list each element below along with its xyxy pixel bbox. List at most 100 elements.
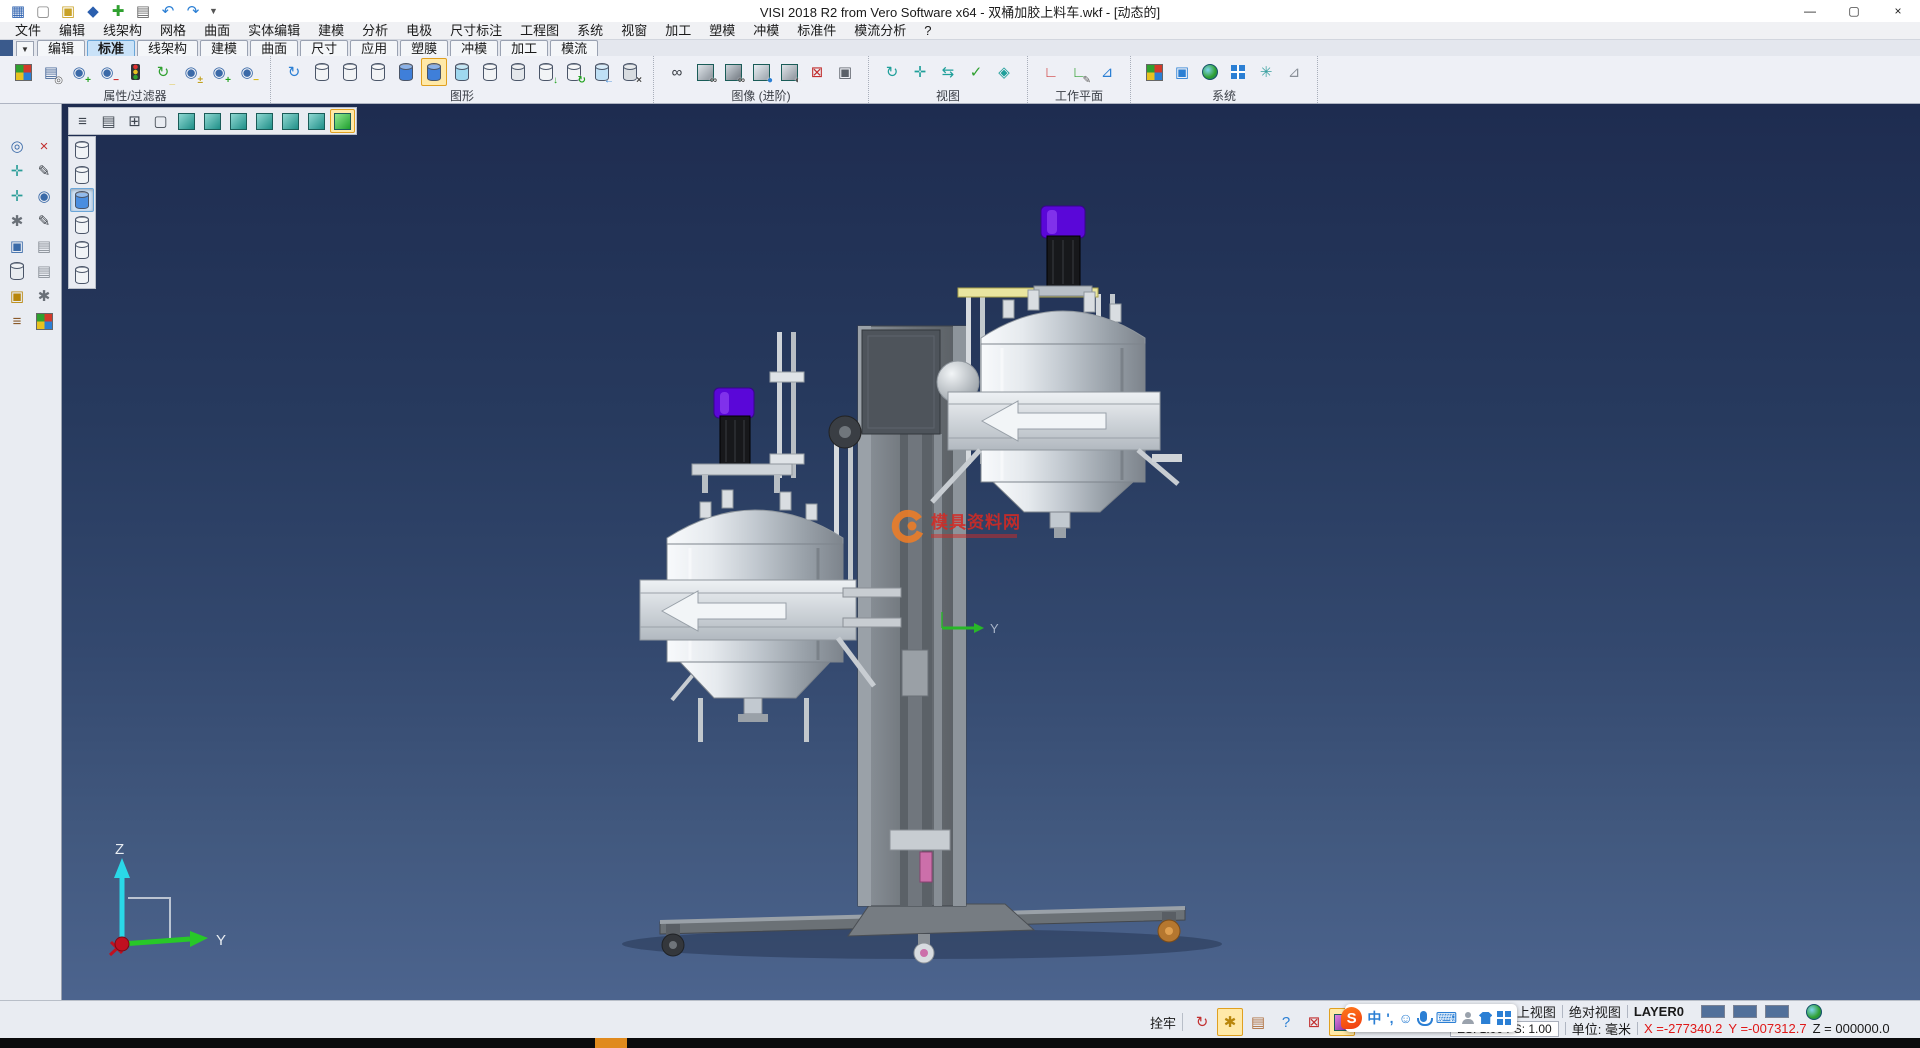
box-delete-icon[interactable]: ⊠: [1301, 1008, 1327, 1036]
undo-icon[interactable]: ↶: [156, 0, 180, 22]
view-axes-icon[interactable]: ✛: [907, 58, 933, 86]
axis-cross-icon[interactable]: ✛: [4, 184, 30, 208]
tab-编辑[interactable]: 编辑: [37, 40, 85, 56]
doc-inspect-icon[interactable]: ▤◎: [38, 58, 64, 86]
menu-item[interactable]: ?: [915, 22, 940, 40]
layer-transfer-icon[interactable]: ←: [589, 58, 615, 86]
tab-塑膜[interactable]: 塑膜: [400, 40, 448, 56]
view-cube-bottom-icon[interactable]: [304, 109, 329, 133]
show-plus-icon[interactable]: ◉+: [206, 58, 232, 86]
layer-indicator[interactable]: LAYER0: [1634, 1004, 1684, 1019]
help-icon[interactable]: ?: [1273, 1008, 1299, 1036]
view-cube-side-icon[interactable]: [226, 109, 251, 133]
tab-曲面[interactable]: 曲面: [250, 40, 298, 56]
taskbar-app-indicator[interactable]: [595, 1038, 627, 1048]
import-icon[interactable]: ✚: [106, 0, 130, 22]
eye-view-icon[interactable]: ◉: [31, 184, 57, 208]
menu-item[interactable]: 塑模: [700, 22, 744, 40]
maximize-button[interactable]: ▢: [1832, 1, 1876, 22]
layer-empty-icon[interactable]: [309, 58, 335, 86]
view-window-icon[interactable]: ▤: [96, 109, 121, 133]
view-cube-left-icon[interactable]: [278, 109, 303, 133]
ime-keyboard-icon[interactable]: ⌨: [1436, 1009, 1458, 1027]
render-capture-icon[interactable]: ▣: [832, 58, 858, 86]
toggle-visibility-icon[interactable]: ◉±: [178, 58, 204, 86]
box-gold-icon[interactable]: ▣: [4, 284, 30, 308]
ime-skin-icon[interactable]: [1479, 1012, 1493, 1024]
tab-dropdown-icon[interactable]: ▼: [16, 41, 34, 56]
layer-filled-icon[interactable]: [393, 58, 419, 86]
draw-pencil-icon[interactable]: ✎: [31, 209, 57, 233]
ime-toolbox-icon[interactable]: [1497, 1011, 1511, 1025]
system-rubik-icon[interactable]: [1141, 58, 1167, 86]
cylinder-tool-icon[interactable]: [4, 259, 30, 283]
clip-layer2-icon[interactable]: [70, 163, 94, 187]
tab-冲模[interactable]: 冲模: [450, 40, 498, 56]
tab-尺寸[interactable]: 尺寸: [300, 40, 348, 56]
gear2-icon[interactable]: ✱: [31, 284, 57, 308]
view-rotate-icon[interactable]: ↻: [879, 58, 905, 86]
workplane-edit-icon[interactable]: ∟✎: [1066, 58, 1092, 86]
sheet-doc-icon[interactable]: ▤: [31, 234, 57, 258]
clip-layer4-icon[interactable]: [70, 213, 94, 237]
close-button[interactable]: ×: [1876, 1, 1920, 22]
layer-color-swatch[interactable]: [1764, 998, 1790, 1026]
minimize-button[interactable]: —: [1788, 1, 1832, 22]
system-snap-icon[interactable]: ✳: [1253, 58, 1279, 86]
menu-item[interactable]: 曲面: [195, 22, 239, 40]
sogou-logo-icon[interactable]: S: [1341, 1007, 1362, 1029]
settings-gear-icon[interactable]: ✱: [4, 209, 30, 233]
quick-access-caret-icon[interactable]: ▼: [205, 6, 222, 16]
system-monitor-icon[interactable]: ▣: [1169, 58, 1195, 86]
attributes-palette-icon[interactable]: [10, 58, 36, 86]
ime-punct-icon[interactable]: ',: [1386, 1010, 1393, 1026]
menu-item[interactable]: 工程图: [511, 22, 568, 40]
new-file-icon[interactable]: ▢: [31, 0, 55, 22]
tab-模流[interactable]: 模流: [550, 40, 598, 56]
render-shaded-icon[interactable]: ∞: [720, 58, 746, 86]
clip-layer5-icon[interactable]: [70, 238, 94, 262]
magic-select-icon[interactable]: ✱: [1217, 1008, 1243, 1036]
view-swap-icon[interactable]: ⇆: [935, 58, 961, 86]
render-remove-icon[interactable]: ⊠: [804, 58, 830, 86]
refresh-filter-icon[interactable]: ↻_: [150, 58, 176, 86]
3d-model-canvas[interactable]: Y Z Y: [62, 104, 1920, 1000]
view-grid-icon[interactable]: ⊞: [122, 109, 147, 133]
view-cube-iso-icon[interactable]: [330, 109, 355, 133]
app-window-icon[interactable]: ▦: [6, 0, 30, 22]
menu-item[interactable]: 标准件: [788, 22, 845, 40]
menu-item[interactable]: 系统: [568, 22, 612, 40]
show-entity-icon[interactable]: ◉+: [66, 58, 92, 86]
ime-lang-icon[interactable]: 中: [1367, 1008, 1381, 1028]
layer-color-swatch[interactable]: [1700, 998, 1726, 1026]
workplane-new-icon[interactable]: ⊿: [1094, 58, 1120, 86]
menu-item[interactable]: 电极: [397, 22, 441, 40]
ime-emoji-icon[interactable]: ☺: [1399, 1010, 1413, 1026]
view-list-icon[interactable]: ≡: [70, 109, 95, 133]
snap-cross-icon[interactable]: ✛: [4, 159, 30, 183]
menu-item[interactable]: 实体编辑: [239, 22, 309, 40]
ime-person-icon[interactable]: [1462, 1012, 1474, 1024]
workplane-x-icon[interactable]: ∟: [1038, 58, 1064, 86]
solid-box-icon[interactable]: ▣: [4, 234, 30, 258]
menu-item[interactable]: 线架构: [94, 22, 151, 40]
filter-traffic-icon[interactable]: [122, 58, 148, 86]
system-grid-icon[interactable]: [1225, 58, 1251, 86]
menu-item[interactable]: 加工: [656, 22, 700, 40]
hide-entity-icon[interactable]: ◉−: [94, 58, 120, 86]
edit-pencil-icon[interactable]: ✎: [31, 159, 57, 183]
menu-item[interactable]: 建模: [309, 22, 353, 40]
print-icon[interactable]: ▤: [131, 0, 155, 22]
hide-minus-icon[interactable]: ◉−: [234, 58, 260, 86]
layer-empty2-icon[interactable]: [337, 58, 363, 86]
hammer-tool-icon[interactable]: ≡: [4, 309, 30, 333]
menu-item[interactable]: 网格: [151, 22, 195, 40]
world-icon[interactable]: [1806, 1004, 1822, 1020]
menu-item[interactable]: 尺寸标注: [441, 22, 511, 40]
ime-mic-icon[interactable]: [1420, 1011, 1427, 1022]
system-globe-icon[interactable]: [1197, 58, 1223, 86]
menu-item[interactable]: 编辑: [50, 22, 94, 40]
refresh-lock-icon[interactable]: ↻: [1189, 1008, 1215, 1036]
redo-icon[interactable]: ↷: [181, 0, 205, 22]
clip-layer1-icon[interactable]: [70, 138, 94, 162]
